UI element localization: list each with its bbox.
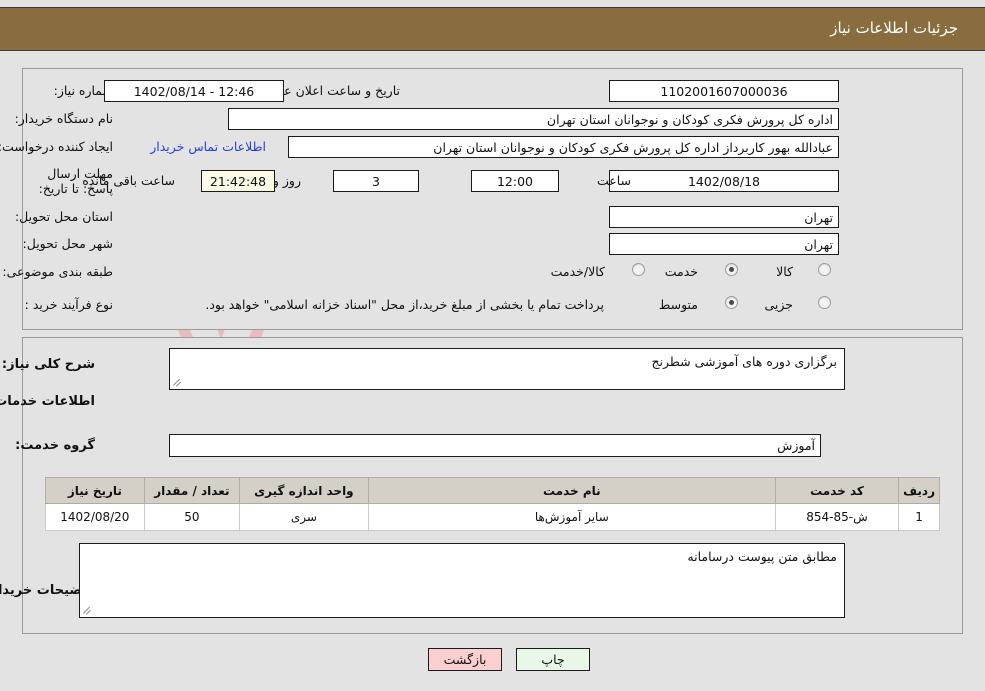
cell-name: سایر آموزش‌ها — [367, 503, 776, 531]
remaining-days-label: روز و — [272, 173, 301, 188]
deadline-hour-field[interactable]: 12:00 — [471, 170, 559, 192]
resize-grip-icon[interactable] — [82, 604, 94, 616]
service-group-label: گروه خدمت: — [15, 438, 95, 453]
buyer-org-field[interactable]: اداره کل پرورش فکری کودکان و نوجوانان اس… — [228, 108, 839, 130]
requester-label: ایجاد کننده درخواست: — [0, 139, 113, 154]
cell-row: 1 — [898, 503, 940, 531]
cell-code: ش-85-854 — [774, 503, 900, 531]
th-row: ردیف — [898, 477, 940, 504]
radio-purchase-motavaset[interactable] — [725, 296, 738, 309]
th-quantity: تعداد / مقدار — [143, 477, 241, 504]
remaining-days-field[interactable]: 3 — [333, 170, 419, 192]
requester-field[interactable]: عبادالله بهور کاربرداز اداره کل پرورش فک… — [288, 136, 839, 158]
treasury-note: پرداخت تمام یا بخشی از مبلغ خرید،از محل … — [205, 297, 604, 312]
purchase-type-label: نوع فرآیند خرید : — [24, 297, 113, 312]
province-field[interactable]: تهران — [609, 206, 839, 228]
titlebar: جزئیات اطلاعات نیاز — [0, 7, 985, 51]
general-desc-textarea[interactable]: برگزاری دوره های آموزشی شطرنج — [169, 348, 845, 390]
buyer-notes-value: مطابق متن پیوست درسامانه — [687, 549, 837, 564]
radio-purchase-jozii[interactable] — [818, 296, 831, 309]
deadline-date-field[interactable]: 1402/08/18 — [609, 170, 839, 192]
province-label: استان محل تحویل: — [14, 209, 113, 224]
th-name: نام خدمت — [367, 477, 776, 504]
radio-label-kala[interactable]: کالا — [776, 264, 793, 279]
public-announce-field[interactable]: 1402/08/14 - 12:46 — [104, 80, 284, 102]
general-desc-label: شرح کلی نیاز: — [1, 357, 95, 372]
radio-label-kala-khedmat[interactable]: کالا/خدمت — [551, 264, 605, 279]
deadline-hour-label: ساعت — [596, 173, 631, 188]
page-root: AriaTender.net جزئیات اطلاعات نیاز شماره… — [0, 0, 985, 691]
general-desc-value: برگزاری دوره های آموزشی شطرنج — [651, 354, 837, 369]
radio-category-kala[interactable] — [818, 263, 831, 276]
th-code: کد خدمت — [774, 477, 900, 504]
resize-grip-icon[interactable] — [172, 376, 184, 388]
service-items-table: ردیف کد خدمت نام خدمت واحد اندازه گیری ت… — [45, 477, 940, 531]
need-number-field[interactable]: 1102001607000036 — [609, 80, 839, 102]
city-label: شهر محل تحویل: — [22, 236, 113, 251]
buyer-org-label: نام دستگاه خریدار: — [14, 111, 113, 126]
category-label: طبقه بندی موضوعی: — [2, 264, 113, 279]
radio-label-motavaset[interactable]: متوسط — [659, 297, 698, 312]
cell-date: 1402/08/20 — [45, 503, 145, 531]
cell-unit: سری — [239, 503, 369, 531]
services-info-heading: اطلاعات خدمات مورد نیاز — [0, 394, 95, 409]
service-group-field[interactable]: آموزش — [169, 434, 821, 457]
buyer-contact-link[interactable]: اطلاعات تماس خریدار — [150, 139, 266, 154]
remaining-time-label: ساعت باقی مانده — [82, 173, 175, 188]
table-row: 1 ش-85-854 سایر آموزش‌ها سری 50 1402/08/… — [45, 503, 940, 531]
city-field[interactable]: تهران — [609, 233, 839, 255]
radio-category-khedmat[interactable] — [725, 263, 738, 276]
th-unit: واحد اندازه گیری — [239, 477, 369, 504]
th-date: تاریخ نیاز — [45, 477, 145, 504]
buyer-notes-textarea[interactable]: مطابق متن پیوست درسامانه — [79, 543, 845, 618]
remaining-time-field: 21:42:48 — [201, 170, 275, 192]
page-title: جزئیات اطلاعات نیاز — [830, 19, 958, 37]
cell-quantity: 50 — [143, 503, 241, 531]
print-button[interactable]: چاپ — [516, 648, 590, 671]
table-header-row: ردیف کد خدمت نام خدمت واحد اندازه گیری ت… — [45, 477, 940, 504]
radio-category-kala-khedmat[interactable] — [632, 263, 645, 276]
radio-label-khedmat[interactable]: خدمت — [665, 264, 698, 279]
radio-label-jozii[interactable]: جزیی — [764, 297, 793, 312]
back-button[interactable]: بازگشت — [428, 648, 502, 671]
